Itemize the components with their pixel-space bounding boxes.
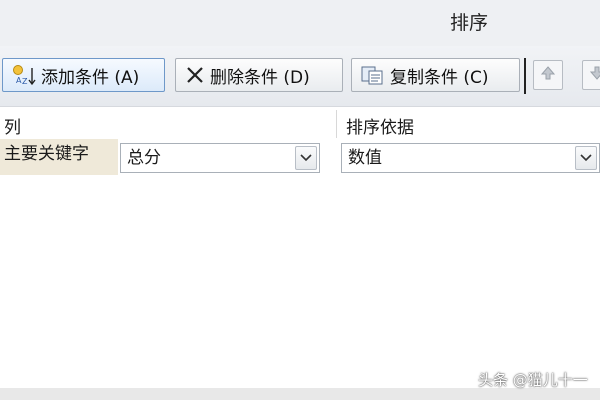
chevron-down-icon[interactable]: [295, 146, 317, 170]
chevron-down-icon[interactable]: [575, 146, 597, 170]
row-label: 主要关键字: [0, 139, 118, 175]
copy-condition-label: 复制条件 (C): [390, 67, 489, 88]
delete-condition-button[interactable]: 删除条件 (D): [175, 58, 343, 92]
add-condition-button[interactable]: A Z 添加条件 (A): [2, 58, 165, 92]
delete-condition-label: 删除条件 (D): [210, 67, 310, 88]
header-column: 列: [4, 118, 21, 138]
column-select[interactable]: 总分: [120, 143, 320, 173]
column-header-row: 列 排序依据: [0, 110, 600, 138]
sort-on-select[interactable]: 数值: [341, 143, 600, 173]
add-condition-icon: A Z: [11, 64, 37, 86]
svg-text:Z: Z: [22, 77, 28, 86]
toolbar: A Z 添加条件 (A) 删除条件 (D) 复制条件 (C): [0, 46, 600, 107]
move-up-button[interactable]: [533, 60, 563, 90]
sort-on-select-value: 数值: [348, 148, 382, 168]
move-down-button[interactable]: [582, 60, 600, 90]
copy-icon: [360, 64, 386, 86]
header-divider: [336, 110, 337, 138]
arrow-up-icon: [540, 65, 556, 85]
copy-condition-button[interactable]: 复制条件 (C): [351, 58, 520, 92]
toolbar-separator: [524, 58, 526, 94]
watermark-text: 头条 @猫儿十一: [478, 371, 588, 389]
dialog-title: 排序: [450, 12, 489, 34]
title-bar: 排序: [0, 0, 600, 46]
column-select-value: 总分: [127, 148, 161, 168]
sort-level-row[interactable]: 主要关键字 总分 数值: [0, 139, 600, 175]
header-sort-on: 排序依据: [346, 118, 414, 138]
arrow-down-icon: [589, 65, 600, 85]
add-condition-label: 添加条件 (A): [41, 67, 140, 88]
delete-x-icon: [184, 64, 206, 86]
